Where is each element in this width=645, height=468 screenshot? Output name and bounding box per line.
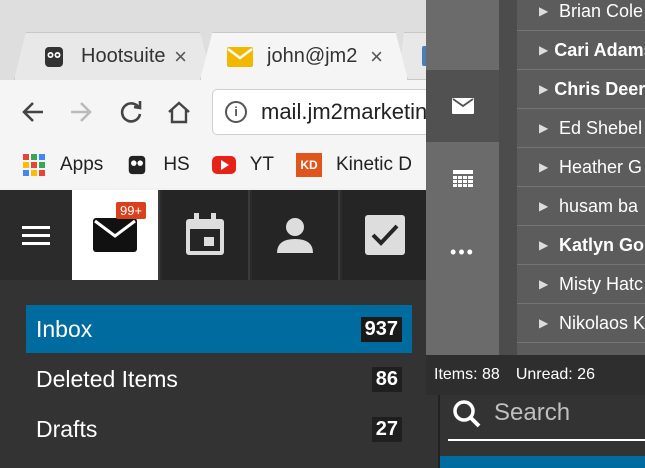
home-icon[interactable] — [164, 98, 194, 128]
rail-calendar[interactable] — [426, 143, 499, 215]
info-icon[interactable]: i — [225, 101, 247, 123]
folder-drafts[interactable]: Drafts 27 — [26, 405, 412, 453]
owl-icon — [41, 44, 67, 70]
toolbar: i mail.jm2marketing — [0, 80, 452, 142]
expand-icon[interactable]: ▶ — [539, 121, 553, 135]
search-input[interactable]: Search — [494, 399, 570, 427]
tab-label: john@jm2 — [267, 45, 357, 67]
more-icon[interactable]: ••• — [426, 216, 499, 288]
folder-label: Deleted Items — [36, 365, 178, 392]
expand-icon[interactable]: ▶ — [539, 199, 553, 213]
folder-count: 27 — [371, 416, 402, 442]
url-text: mail.jm2marketing — [261, 99, 440, 124]
list-item[interactable]: ▶ Nikolaos K — [499, 304, 645, 343]
folder-inbox[interactable]: Inbox 937 — [26, 305, 412, 353]
search-icon — [453, 400, 481, 428]
bookmark-label: Apps — [60, 154, 104, 175]
unread-count: Unread: 26 — [515, 366, 595, 383]
tab-mail[interactable]: john@jm2 × — [200, 32, 408, 80]
list-item[interactable]: ▶ Chris Deer — [499, 70, 645, 109]
people-module-tab[interactable] — [252, 190, 340, 280]
mail-icon — [451, 98, 474, 114]
folder-count: 937 — [360, 316, 402, 342]
bookmark-apps[interactable]: Apps — [22, 153, 103, 177]
contact-name: Misty Hatc — [559, 273, 644, 294]
calendar-module-tab[interactable] — [162, 190, 250, 280]
reload-icon[interactable] — [116, 98, 146, 128]
owl-icon — [125, 153, 149, 177]
selected-message-bar[interactable] — [440, 456, 645, 468]
list-item[interactable]: ▶ Ed Shebel — [499, 109, 645, 148]
app-header: 99+ — [0, 190, 440, 280]
bookmark-label: HS — [163, 154, 190, 175]
list-item[interactable]: ▶ Katlyn Go — [499, 226, 645, 265]
bookmarks-bar: Apps HS YT KD Kinetic D — [0, 142, 440, 188]
list-item[interactable]: ▶ husam ba — [499, 187, 645, 226]
contact-name: Heather G — [559, 156, 643, 177]
bookmark-kinetic[interactable]: KD Kinetic D — [296, 153, 412, 177]
mail-icon — [93, 218, 137, 252]
mail-icon — [227, 44, 253, 70]
calendar-grid-icon — [452, 170, 473, 187]
folder-deleted-items[interactable]: Deleted Items 86 — [26, 355, 412, 403]
folder-label: Drafts — [36, 415, 98, 442]
list-item[interactable]: ▶ Brian Cole — [499, 0, 645, 31]
list-item[interactable]: ▶ Misty Hatc — [499, 265, 645, 304]
kd-icon: KD — [296, 153, 322, 177]
bookmark-label: YT — [249, 154, 274, 175]
contact-name: Nikolaos K — [558, 312, 645, 333]
close-icon[interactable]: × — [370, 44, 383, 70]
rail-mail[interactable] — [426, 70, 499, 142]
tab-label: Hootsuite — [81, 45, 166, 67]
expand-icon[interactable]: ▶ — [539, 238, 553, 252]
menu-icon[interactable] — [22, 226, 50, 246]
expand-icon[interactable]: ▶ — [539, 4, 553, 18]
expand-icon[interactable]: ▶ — [539, 82, 548, 96]
bookmark-yt[interactable]: YT — [211, 153, 274, 177]
contact-name: Brian Cole — [559, 0, 644, 21]
expand-icon[interactable]: ▶ — [539, 160, 553, 174]
contact-name: Katlyn Go — [559, 234, 645, 255]
calendar-icon — [186, 213, 224, 255]
tab-hootsuite[interactable]: Hootsuite × — [14, 32, 212, 80]
contact-name: Chris Deer — [554, 78, 645, 99]
folder-count: 86 — [371, 366, 402, 392]
person-icon — [277, 218, 313, 253]
expand-icon[interactable]: ▶ — [539, 277, 553, 291]
items-count: Items: 88 — [434, 366, 500, 383]
browser-chrome: Hootsuite × john@jm2 × i mail.jm2marketi… — [0, 0, 458, 190]
bookmark-hs[interactable]: HS — [125, 153, 190, 177]
list-scroll-gutter[interactable] — [499, 0, 517, 355]
apps-grid-icon — [22, 153, 46, 177]
folder-label: Inbox — [36, 315, 93, 342]
contact-list: ▶ Brian Cole ▶ Cari Adams ▶ Chris Deer ▶ Ed … — [499, 0, 645, 355]
search-underline — [448, 439, 645, 441]
forward-icon[interactable] — [66, 98, 96, 128]
contact-name: husam ba — [559, 195, 639, 216]
checkbox-icon — [365, 215, 405, 255]
list-item[interactable]: ▶ Cari Adams — [499, 31, 645, 70]
folder-list: Inbox 937 Deleted Items 86 Drafts 27 — [0, 280, 440, 468]
popup-status-bar: Items: 88 Unread: 26 — [426, 355, 645, 395]
unread-badge: 99+ — [116, 202, 147, 219]
list-item[interactable]: ▶ Heather G — [499, 148, 645, 187]
bookmark-label: Kinetic D — [336, 154, 413, 175]
contact-name: Cari Adams — [554, 39, 645, 60]
tasks-module-tab[interactable] — [342, 190, 430, 280]
popup-nav-rail: ••• — [426, 0, 499, 355]
tab-strip: Hootsuite × john@jm2 × — [0, 0, 458, 80]
expand-icon[interactable]: ▶ — [539, 43, 548, 57]
youtube-icon — [211, 153, 236, 177]
address-bar[interactable]: i mail.jm2marketing — [212, 89, 452, 135]
close-icon[interactable]: × — [174, 44, 187, 70]
contact-name: Ed Shebel — [559, 117, 643, 138]
expand-icon[interactable]: ▶ — [539, 316, 553, 330]
mail-module-tab[interactable]: 99+ — [72, 190, 160, 280]
back-icon[interactable] — [18, 98, 48, 128]
